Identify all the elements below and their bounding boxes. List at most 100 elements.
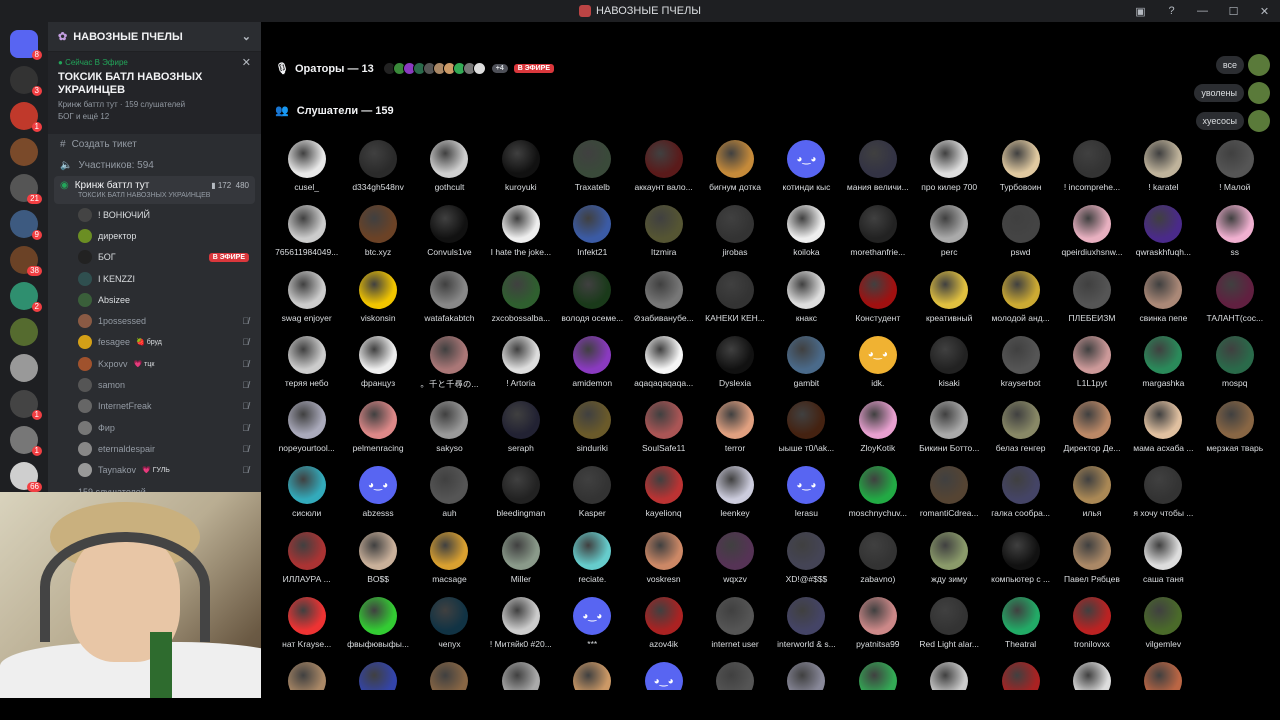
listener-tile[interactable] — [414, 662, 485, 690]
listener-tile[interactable]: ПЛЕБЕИЗМ — [1056, 270, 1127, 336]
listener-tile[interactable]: Itzmira — [628, 205, 699, 270]
listener-tile[interactable] — [1199, 597, 1270, 662]
listener-tile[interactable]: vilgemlev — [1128, 597, 1199, 662]
listener-tile[interactable]: ◕‿◕ *** — [557, 597, 628, 662]
listener-tile[interactable]: КАНЕКИ КЕН... — [699, 270, 770, 336]
listener-tile[interactable] — [342, 662, 413, 690]
server-icon[interactable]: 21 — [10, 174, 42, 204]
server-header[interactable]: ✿ НАВОЗНЫЕ ПЧЕЛЫ ⌄ — [48, 22, 261, 52]
listener-tile[interactable]: kayelionq — [628, 466, 699, 531]
listener-tile[interactable]: свинка пепе — [1128, 270, 1199, 336]
listener-tile[interactable]: 765611984049... — [271, 205, 342, 270]
listener-tile[interactable]: XD!@#$$$ — [771, 531, 842, 597]
listener-tile[interactable]: бигнум дотка — [699, 140, 770, 205]
server-icon[interactable] — [10, 318, 38, 346]
listener-tile[interactable]: sinduriki — [557, 401, 628, 466]
listener-tile[interactable]: нат Krayse... — [271, 597, 342, 662]
listener-tile[interactable]: gothcult — [414, 140, 485, 205]
listener-tile[interactable]: d334gh548nv — [342, 140, 413, 205]
listener-tile[interactable]: ыыше т0/\ak... — [771, 401, 842, 466]
listener-tile[interactable]: margashka — [1128, 335, 1199, 401]
speaker-avatars[interactable] — [382, 62, 486, 75]
listener-tile[interactable] — [914, 662, 985, 690]
listener-tile[interactable] — [1199, 466, 1270, 531]
listener-tile[interactable]: Турбовоин — [985, 140, 1056, 205]
listener-tile[interactable]: ◕‿◕ lerasu — [771, 466, 842, 531]
voice-member[interactable]: Kxpovv 💗 тцк 🎙̸ — [48, 353, 261, 374]
listener-tile[interactable] — [771, 662, 842, 690]
listener-tile[interactable] — [557, 662, 628, 690]
listener-tile[interactable]: илья — [1056, 466, 1127, 531]
listener-tile[interactable]: amidemon — [557, 335, 628, 401]
listener-tile[interactable]: я хочу чтобы ... — [1128, 466, 1199, 531]
voice-member[interactable]: InternetFreak 🎙̸ — [48, 396, 261, 417]
listener-tile[interactable]: BO$$ — [342, 531, 413, 597]
listener-tile[interactable]: leenkey — [699, 466, 770, 531]
server-icon[interactable]: 2 — [10, 282, 42, 312]
listener-tile[interactable]: tronilovxx — [1056, 597, 1127, 662]
listener-tile[interactable]: terror — [699, 401, 770, 466]
listener-tile[interactable]: Директор Де... — [1056, 401, 1127, 466]
listener-tile[interactable]: ИЛЛАУРА ... — [271, 531, 342, 597]
listener-tile[interactable]: мама асхаба ... — [1128, 401, 1199, 466]
voice-member[interactable]: eternaldespair 🎙̸ — [48, 438, 261, 459]
listener-tile[interactable]: ! incomprehe... — [1056, 140, 1127, 205]
listener-tile[interactable]: саша таня — [1128, 531, 1199, 597]
listener-tile[interactable]: romantiCdrea... — [914, 466, 985, 531]
listener-tile[interactable]: Infekt21 — [557, 205, 628, 270]
listener-tile[interactable]: L1L1pyt — [1056, 335, 1127, 401]
maximize-button[interactable]: ☐ — [1218, 5, 1249, 18]
listener-tile[interactable]: Theatral — [985, 597, 1056, 662]
listener-tile[interactable]: ◕‿◕ abzesss — [342, 466, 413, 531]
minimize-button[interactable]: — — [1187, 5, 1218, 17]
listener-tile[interactable]: mospq — [1199, 335, 1270, 401]
voice-channel-stage[interactable]: ◉ Кринж баттл тут ▮ 172 480 ТОКСИК БАТЛ … — [54, 176, 255, 204]
listener-tile[interactable]: 。千と千尋の... — [414, 335, 485, 401]
listener-tile[interactable]: qpeirdiuxhsnw... — [1056, 205, 1127, 270]
listener-tile[interactable]: кнакс — [771, 270, 842, 336]
listener-tile[interactable]: pswd — [985, 205, 1056, 270]
listener-tile[interactable]: SoulSafe11 — [628, 401, 699, 466]
listener-tile[interactable]: sakyso — [414, 401, 485, 466]
filter-chip[interactable]: хуесосы — [1195, 110, 1270, 132]
listener-tile[interactable] — [842, 662, 913, 690]
chevron-down-icon[interactable]: ⌄ — [242, 30, 251, 43]
listener-tile[interactable]: macsage — [414, 531, 485, 597]
listener-tile[interactable]: Red Light alar... — [914, 597, 985, 662]
listener-tile[interactable] — [1199, 532, 1270, 597]
server-icon[interactable]: 38 — [10, 246, 42, 276]
server-icon[interactable]: 9 — [10, 210, 42, 240]
listener-tile[interactable]: pelmenracing — [342, 401, 413, 466]
listener-tile[interactable]: internet user — [699, 597, 770, 662]
voice-member[interactable]: директор — [48, 225, 261, 246]
channel-create-ticket[interactable]: # Создать тикет — [48, 134, 261, 155]
voice-member[interactable]: Taynakov 💗 ГУЛЬ 🎙̸ — [48, 460, 261, 481]
close-button[interactable]: ✕ — [1249, 5, 1280, 18]
listener-tile[interactable]: белаз генгер — [985, 401, 1056, 466]
listener-tile[interactable]: voskresn — [628, 531, 699, 597]
listener-tile[interactable]: ◕‿◕ котинди кыс — [771, 140, 842, 205]
listener-tile[interactable] — [271, 662, 342, 690]
listener-tile[interactable]: чепух — [414, 597, 485, 662]
voice-member[interactable]: 1possessed 🎙̸ — [48, 310, 261, 331]
listener-tile[interactable]: сисюли — [271, 466, 342, 531]
listener-tile[interactable]: gambit — [771, 335, 842, 401]
server-icon[interactable]: 66 — [10, 462, 42, 492]
help-icon[interactable]: ? — [1156, 5, 1187, 17]
listener-tile[interactable]: viskonsin — [342, 270, 413, 336]
listener-tile[interactable]: qwraskhfuqh... — [1128, 205, 1199, 270]
server-icon[interactable] — [10, 354, 38, 382]
listener-tile[interactable]: теряя небо — [271, 335, 342, 401]
listener-tile[interactable]: ⊘забиванубе... — [628, 270, 699, 336]
filter-chip[interactable]: уволены — [1194, 82, 1270, 104]
discord-home-icon[interactable]: 8 — [10, 30, 42, 60]
voice-member[interactable]: Absizee — [48, 289, 261, 310]
inbox-icon[interactable]: ▣ — [1125, 5, 1156, 18]
listener-tile[interactable]: молодой анд... — [985, 270, 1056, 336]
listener-tile[interactable]: компьютер с ... — [985, 531, 1056, 597]
listener-tile[interactable]: pyatnitsa99 — [842, 597, 913, 662]
listener-tile[interactable]: kisaki — [914, 335, 985, 401]
listener-tile[interactable]: Павел Рябцев — [1056, 531, 1127, 597]
listener-tile[interactable]: seraph — [485, 401, 556, 466]
listener-tile[interactable]: Miller — [485, 531, 556, 597]
